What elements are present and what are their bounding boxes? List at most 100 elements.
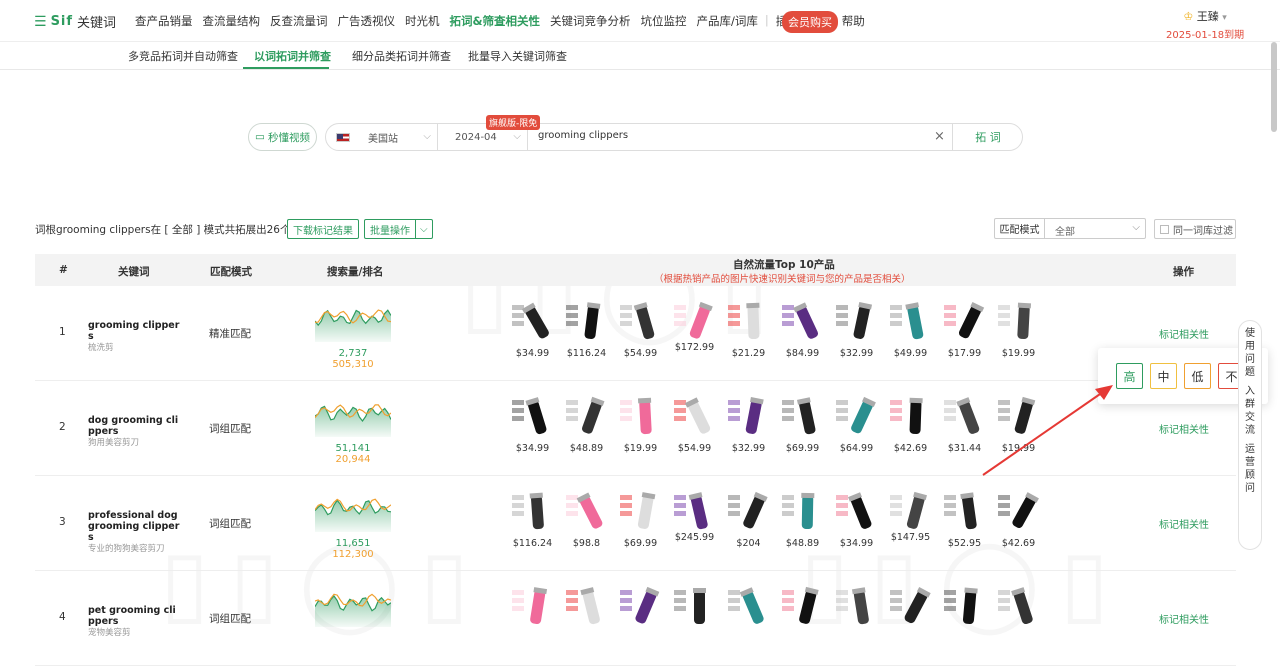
product-image[interactable] <box>726 489 772 535</box>
product-image[interactable] <box>834 299 880 345</box>
product-image[interactable] <box>564 584 610 630</box>
download-results-button[interactable]: 下载标记结果 <box>287 219 359 239</box>
product-image[interactable] <box>996 299 1042 345</box>
nav-item-3[interactable]: 广告透视仪 <box>333 13 401 29</box>
product-thumbnail[interactable]: $17.99 <box>939 299 990 359</box>
product-image[interactable] <box>942 299 988 345</box>
product-thumbnail[interactable] <box>669 584 720 633</box>
product-image[interactable] <box>888 299 934 345</box>
product-thumbnail[interactable]: $54.99 <box>669 394 720 454</box>
nav-item-7[interactable]: 坑位监控 <box>636 13 692 29</box>
product-image[interactable] <box>726 584 772 630</box>
product-thumbnail[interactable]: $34.99 <box>507 394 558 454</box>
product-thumbnail[interactable]: $52.95 <box>939 489 990 549</box>
tab-keyword-expand[interactable]: 以词拓词并筛查 <box>254 48 331 64</box>
tab-batch-import[interactable]: 批量导入关键词筛查 <box>468 48 567 64</box>
side-help-panel[interactable]: 使用问题入群交流运营顾问 <box>1238 320 1262 550</box>
product-image[interactable] <box>942 489 988 535</box>
product-thumbnail[interactable] <box>561 584 612 633</box>
tab-category-expand[interactable]: 细分品类拓词并筛查 <box>352 48 451 64</box>
product-image[interactable] <box>564 299 610 345</box>
product-thumbnail[interactable]: $48.89 <box>561 394 612 454</box>
product-thumbnail[interactable]: $172.99 <box>669 299 720 359</box>
relevance-low-button[interactable]: 低 <box>1184 363 1211 389</box>
product-thumbnail[interactable] <box>615 584 666 633</box>
product-image[interactable] <box>780 489 826 535</box>
product-thumbnail[interactable]: $19.99 <box>993 299 1044 359</box>
product-thumbnail[interactable]: $42.69 <box>993 489 1044 549</box>
product-thumbnail[interactable]: $34.99 <box>507 299 558 359</box>
product-thumbnail[interactable]: $42.69 <box>885 394 936 454</box>
tab-multi-competitor[interactable]: 多竞品拓词并自动筛查 <box>128 48 238 64</box>
product-image[interactable] <box>888 489 934 535</box>
product-thumbnail[interactable] <box>831 584 882 633</box>
product-thumbnail[interactable] <box>777 584 828 633</box>
batch-operation-button[interactable]: 批量操作 ⌵ <box>364 219 433 239</box>
product-thumbnail[interactable]: $147.95 <box>885 489 936 549</box>
product-image[interactable] <box>672 394 718 440</box>
expand-button[interactable]: 拓 词 <box>952 124 1023 150</box>
vip-purchase-button[interactable]: 会员购买 <box>782 11 838 33</box>
mark-relevance-link[interactable]: 标记相关性 <box>1159 516 1209 531</box>
product-image[interactable] <box>618 489 664 535</box>
product-image[interactable] <box>672 489 718 535</box>
video-guide-button[interactable]: ▭ 秒懂视频 <box>248 123 317 151</box>
keyword-input[interactable]: grooming clippers <box>538 130 628 141</box>
product-thumbnail[interactable] <box>939 584 990 633</box>
logo[interactable]: ☰ Sif 关键词 <box>34 12 116 32</box>
product-image[interactable] <box>834 489 880 535</box>
product-thumbnail[interactable]: $98.8 <box>561 489 612 549</box>
user-menu[interactable]: ♔ 王臻 ▾ 2025-01-18到期 <box>1166 8 1244 41</box>
search-volume-sparkline[interactable] <box>314 306 392 342</box>
product-thumbnail[interactable]: $204 <box>723 489 774 549</box>
search-volume-sparkline[interactable] <box>314 401 392 437</box>
product-image[interactable] <box>618 299 664 345</box>
relevance-medium-button[interactable]: 中 <box>1150 363 1177 389</box>
product-image[interactable] <box>780 394 826 440</box>
product-image[interactable] <box>510 394 556 440</box>
product-thumbnail[interactable]: $48.89 <box>777 489 828 549</box>
product-thumbnail[interactable]: $21.29 <box>723 299 774 359</box>
product-image[interactable] <box>672 299 718 345</box>
product-thumbnail[interactable]: $84.99 <box>777 299 828 359</box>
product-image[interactable] <box>672 584 718 630</box>
close-icon[interactable]: × <box>934 129 945 144</box>
product-thumbnail[interactable] <box>885 584 936 633</box>
product-image[interactable] <box>834 584 880 630</box>
mark-relevance-link[interactable]: 标记相关性 <box>1159 326 1209 341</box>
search-volume-sparkline[interactable] <box>314 496 392 532</box>
mark-relevance-link[interactable]: 标记相关性 <box>1159 421 1209 436</box>
product-image[interactable] <box>780 584 826 630</box>
product-image[interactable] <box>834 394 880 440</box>
product-thumbnail[interactable]: $69.99 <box>777 394 828 454</box>
product-thumbnail[interactable] <box>723 584 774 633</box>
product-image[interactable] <box>942 584 988 630</box>
product-image[interactable] <box>618 394 664 440</box>
product-thumbnail[interactable]: $116.24 <box>507 489 558 549</box>
product-thumbnail[interactable]: $245.99 <box>669 489 720 549</box>
product-image[interactable] <box>564 394 610 440</box>
nav-item-1[interactable]: 查流量结构 <box>198 13 266 29</box>
nav-item-4[interactable]: 时光机 <box>400 13 445 29</box>
product-image[interactable] <box>888 394 934 440</box>
site-select[interactable]: 美国站 ⌵ <box>326 124 438 150</box>
product-image[interactable] <box>780 299 826 345</box>
product-thumbnail[interactable]: $19.99 <box>615 394 666 454</box>
nav-item-5[interactable]: 拓词&筛查相关性 <box>445 13 546 29</box>
menu-icon[interactable]: ☰ <box>34 14 47 30</box>
same-library-filter-checkbox[interactable]: 同一词库过滤 <box>1154 219 1236 239</box>
scrollbar[interactable] <box>1271 42 1277 132</box>
product-image[interactable] <box>726 394 772 440</box>
product-thumbnail[interactable]: $54.99 <box>615 299 666 359</box>
product-image[interactable] <box>996 489 1042 535</box>
nav-item-0[interactable]: 查产品销量 <box>130 13 198 29</box>
nav-item-2[interactable]: 反查流量词 <box>265 13 333 29</box>
product-image[interactable] <box>996 584 1042 630</box>
product-thumbnail[interactable] <box>993 584 1044 633</box>
product-image[interactable] <box>510 584 556 630</box>
product-image[interactable] <box>510 299 556 345</box>
product-thumbnail[interactable]: $34.99 <box>831 489 882 549</box>
nav-item-11[interactable]: 帮助 <box>837 13 870 29</box>
nav-item-6[interactable]: 关键词竞争分析 <box>545 13 636 29</box>
product-thumbnail[interactable] <box>507 584 558 633</box>
